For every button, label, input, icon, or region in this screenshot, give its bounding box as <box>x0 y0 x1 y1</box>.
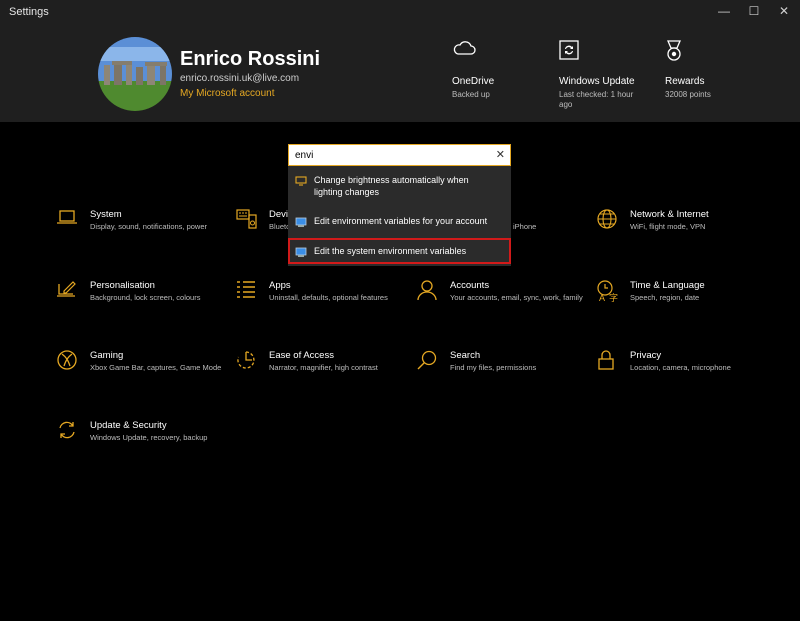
windows-update-tile[interactable]: Windows Update Last checked: 1 hour ago <box>559 40 639 110</box>
rewards-points: 32008 points <box>665 90 711 99</box>
system-properties-icon <box>288 245 314 258</box>
category-subtitle: Display, sound, notifications, power <box>90 222 208 231</box>
suggestion-item-highlighted[interactable]: Edit the system environment variables <box>288 238 511 264</box>
category-time-language[interactable]: A字 Time & Language Speech, region, date <box>597 280 767 304</box>
close-button[interactable]: ✕ <box>766 0 800 22</box>
settings-search-box[interactable]: ✕ <box>288 144 511 166</box>
monitor-icon <box>288 174 314 186</box>
person-icon <box>417 280 447 304</box>
suggestion-item[interactable]: Change brightness automatically when lig… <box>288 174 511 198</box>
category-subtitle: Your accounts, email, sync, work, family <box>450 293 583 302</box>
user-name: Enrico Rossini <box>180 48 321 70</box>
sync-arrows-icon <box>57 420 87 444</box>
category-ease-of-access[interactable]: Ease of Access Narrator, magnifier, high… <box>236 350 406 374</box>
svg-text:A: A <box>599 293 605 302</box>
category-title: Privacy <box>630 350 662 361</box>
microsoft-account-link[interactable]: My Microsoft account <box>180 88 274 99</box>
rewards-medal-icon <box>665 40 735 66</box>
rewards-title: Rewards <box>665 76 705 87</box>
suggestion-label: Edit the system environment variables <box>314 246 467 256</box>
category-subtitle: Location, camera, microphone <box>630 363 731 372</box>
category-subtitle: Speech, region, date <box>630 293 700 302</box>
category-privacy[interactable]: Privacy Location, camera, microphone <box>597 350 767 374</box>
apps-list-icon <box>236 280 266 304</box>
category-subtitle: Windows Update, recovery, backup <box>90 433 208 442</box>
suggestion-label: Edit environment variables for your acco… <box>314 216 488 226</box>
category-accounts[interactable]: Accounts Your accounts, email, sync, wor… <box>417 280 587 304</box>
category-title: Gaming <box>90 350 124 361</box>
category-subtitle: WiFi, flight mode, VPN <box>630 222 706 231</box>
avatar[interactable] <box>98 37 172 111</box>
header: Settings — ☐ ✕ Enrico Rossini enrico.ros… <box>0 0 800 122</box>
category-subtitle: Uninstall, defaults, optional features <box>269 293 388 302</box>
category-subtitle: iPhone <box>513 222 537 231</box>
category-title: Update & Security <box>90 420 167 431</box>
keyboard-speaker-icon <box>236 209 266 233</box>
category-title: Personalisation <box>90 280 155 291</box>
category-update-security[interactable]: Update & Security Windows Update, recove… <box>57 420 227 444</box>
category-devices[interactable]: Devic Blueto <box>236 209 296 233</box>
category-subtitle: Xbox Game Bar, captures, Game Mode <box>90 363 222 372</box>
category-apps[interactable]: Apps Uninstall, defaults, optional featu… <box>236 280 406 304</box>
category-title: Search <box>450 350 481 361</box>
suggestion-item[interactable]: Edit environment variables for your acco… <box>288 215 511 228</box>
category-gaming[interactable]: Gaming Xbox Game Bar, captures, Game Mod… <box>57 350 227 374</box>
laptop-icon <box>57 209 87 233</box>
globe-icon <box>597 209 627 233</box>
svg-text:字: 字 <box>609 292 618 302</box>
xbox-icon <box>57 350 87 374</box>
category-subtitle: Find my files, permissions <box>450 363 537 372</box>
rewards-tile[interactable]: Rewards 32008 points <box>665 40 735 100</box>
system-properties-icon <box>288 215 314 228</box>
paintbrush-monitor-icon <box>57 280 87 304</box>
window-title: Settings <box>9 6 49 18</box>
category-title: Network & Internet <box>630 209 709 220</box>
windows-update-status: Last checked: 1 hour ago <box>559 90 634 109</box>
time-language-icon: A字 <box>597 280 627 304</box>
search-suggestions: Change brightness automatically when lig… <box>288 166 511 266</box>
category-phone[interactable]: iPhone <box>513 209 563 233</box>
suggestion-label: Change brightness automatically when lig… <box>314 175 469 197</box>
search-input[interactable] <box>295 148 485 162</box>
category-subtitle: Narrator, magnifier, high contrast <box>269 363 378 372</box>
ease-of-access-icon <box>236 350 266 374</box>
category-title: Apps <box>269 280 291 291</box>
category-system[interactable]: System Display, sound, notifications, po… <box>57 209 227 233</box>
category-subtitle: Background, lock screen, colours <box>90 293 201 302</box>
category-personalisation[interactable]: Personalisation Background, lock screen,… <box>57 280 227 304</box>
category-network[interactable]: Network & Internet WiFi, flight mode, VP… <box>597 209 767 233</box>
windows-update-icon <box>559 40 639 66</box>
category-search[interactable]: Search Find my files, permissions <box>417 350 587 374</box>
category-title: Accounts <box>450 280 490 291</box>
lock-icon <box>597 350 627 374</box>
magnifier-icon <box>417 350 447 374</box>
onedrive-title: OneDrive <box>452 76 495 87</box>
category-title: System <box>90 209 122 220</box>
onedrive-status: Backed up <box>452 90 490 99</box>
onedrive-tile[interactable]: OneDrive Backed up <box>452 40 532 100</box>
cloud-icon <box>452 40 532 66</box>
category-title: Time & Language <box>630 280 705 291</box>
category-title: Ease of Access <box>269 350 334 361</box>
user-email: enrico.rossini.uk@live.com <box>180 73 300 84</box>
clear-search-icon[interactable]: ✕ <box>496 148 505 161</box>
windows-update-title: Windows Update <box>559 76 635 87</box>
